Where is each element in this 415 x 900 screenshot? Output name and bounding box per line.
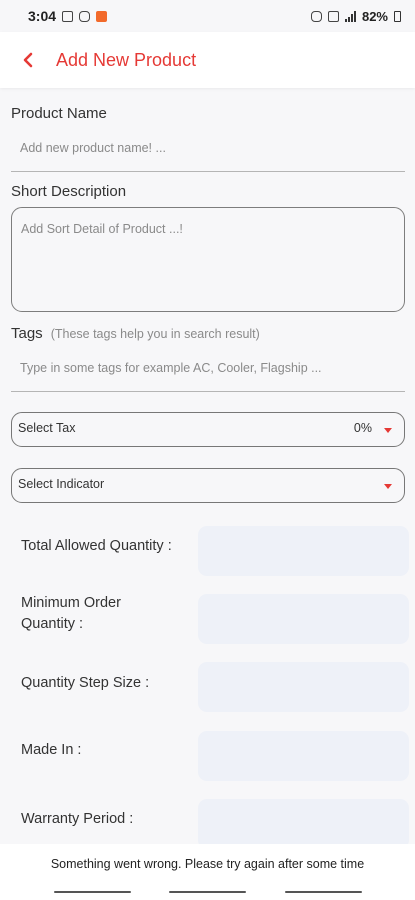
short-description-textarea[interactable]: [11, 207, 405, 312]
total-allowed-quantity-input[interactable]: [198, 526, 409, 576]
tags-label: Tags: [11, 325, 43, 342]
alarm-icon: [310, 10, 322, 22]
product-name-underline: [11, 171, 405, 172]
short-description-label: Short Description: [11, 183, 127, 200]
signal-icon: [344, 10, 356, 22]
minimum-order-quantity-input[interactable]: [198, 594, 409, 644]
select-tax-label: Select Tax: [18, 421, 76, 435]
chevron-left-icon: [23, 52, 33, 68]
back-button[interactable]: [0, 32, 56, 88]
battery-icon: [394, 10, 401, 22]
total-allowed-quantity-label: Total Allowed Quantity :: [21, 538, 172, 554]
tags-hint: (These tags help you in search result): [50, 327, 260, 341]
gallery-notification-icon: [62, 10, 74, 22]
tags-underline: [11, 391, 405, 392]
status-bar: 3:04 82%: [0, 0, 415, 32]
warranty-period-label: Warranty Period :: [21, 811, 134, 827]
page-title: Add New Product: [56, 49, 197, 70]
select-tax-dropdown[interactable]: Select Tax 0%: [11, 412, 405, 447]
nav-recent-apps-bar[interactable]: [54, 891, 131, 893]
minimum-order-quantity-label: Minimum Order Quantity :: [21, 595, 121, 632]
app-notification-icon: [96, 10, 108, 22]
status-bar-left: 3:04: [28, 8, 108, 24]
tags-input[interactable]: [11, 358, 405, 378]
status-bar-right: 82%: [310, 8, 401, 24]
dropdown-arrow-icon: [384, 484, 392, 489]
select-tax-value: 0%: [353, 421, 372, 435]
status-time: 3:04: [28, 8, 57, 24]
instagram-notification-icon: [79, 10, 91, 22]
error-toast: Something went wrong. Please try again a…: [0, 844, 415, 886]
app-bar: Add New Product: [0, 32, 415, 88]
system-navigation-bar: [0, 886, 415, 900]
nav-home-bar[interactable]: [169, 891, 246, 893]
wifi-calling-icon: [327, 10, 339, 22]
made-in-label: Made In :: [21, 742, 82, 758]
select-indicator-dropdown[interactable]: Select Indicator: [11, 468, 405, 503]
quantity-step-size-label: Quantity Step Size :: [21, 675, 150, 691]
made-in-input[interactable]: [198, 731, 409, 781]
warranty-period-input[interactable]: [198, 799, 409, 849]
select-indicator-label: Select Indicator: [18, 477, 105, 491]
product-name-input[interactable]: [11, 138, 405, 158]
dropdown-arrow-icon: [384, 428, 392, 433]
tags-label-row: Tags (These tags help you in search resul…: [11, 325, 260, 342]
quantity-step-size-input[interactable]: [198, 662, 409, 712]
product-name-label: Product Name: [11, 105, 107, 122]
battery-percentage: 82%: [361, 8, 388, 24]
nav-back-bar[interactable]: [285, 891, 362, 893]
